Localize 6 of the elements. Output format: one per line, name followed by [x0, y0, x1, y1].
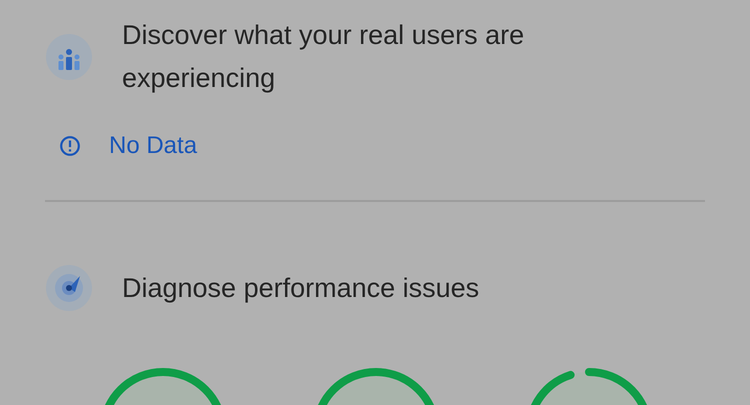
section-title: Discover what your real users are experiencing	[122, 19, 526, 95]
no-data-label: No Data	[109, 132, 198, 160]
users-chart-icon	[45, 33, 93, 81]
compass-icon	[45, 264, 93, 312]
section-title: Diagnose performance issues	[122, 272, 480, 305]
info-icon	[59, 135, 81, 157]
